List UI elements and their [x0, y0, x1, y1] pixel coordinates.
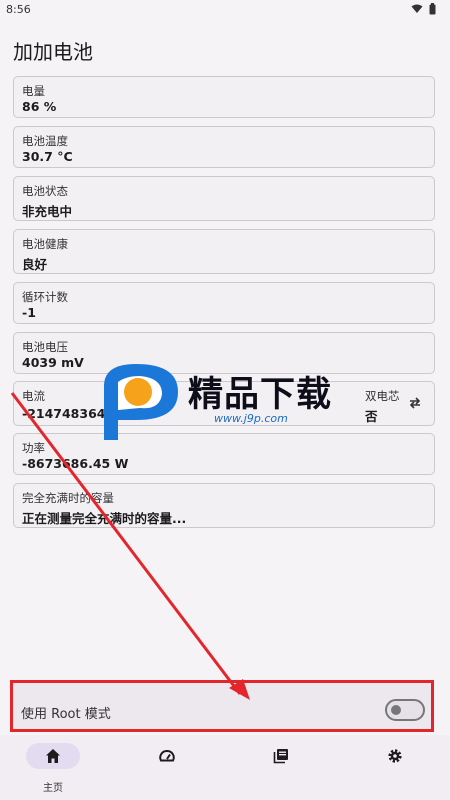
watermark-url: www.j9p.com: [214, 412, 288, 425]
card-label: 循环计数: [22, 290, 68, 304]
battery-icon: [429, 3, 436, 15]
card-label: 电流: [22, 389, 45, 403]
bottom-navigation: 主页: [0, 735, 450, 800]
cycle-count-card: 循环计数 -1: [13, 282, 435, 324]
nav-dashboard[interactable]: [137, 741, 197, 791]
battery-level-card: 电量 86 %: [13, 76, 435, 118]
watermark-logo-icon: [104, 364, 178, 440]
root-mode-row[interactable]: 使用 Root 模式: [10, 680, 434, 732]
status-icons: [411, 3, 436, 15]
nav-home-label: 主页: [43, 783, 63, 794]
dual-cell-label: 双电芯: [365, 389, 400, 403]
swap-icon[interactable]: [408, 396, 422, 410]
status-time: 8:56: [6, 3, 31, 16]
root-mode-label: 使用 Root 模式: [21, 707, 111, 722]
home-icon: [46, 749, 60, 763]
battery-health-card: 电池健康 良好: [13, 229, 435, 274]
page-title: 加加电池: [13, 40, 93, 64]
full-charge-capacity-card: 完全充满时的容量 正在测量完全充满时的容量...: [13, 483, 435, 528]
card-label: 电池健康: [22, 237, 68, 251]
root-mode-toggle[interactable]: [385, 699, 425, 721]
card-value: -8673686.45 W: [22, 456, 129, 471]
nav-settings[interactable]: [365, 741, 425, 791]
card-label: 功率: [22, 441, 45, 455]
card-value: 良好: [22, 257, 48, 272]
watermark: 精品下载 www.j9p.com: [96, 360, 356, 440]
battery-temperature-card: 电池温度 30.7 °C: [13, 126, 435, 168]
library-icon: [273, 749, 288, 764]
card-label: 电池状态: [22, 184, 68, 198]
speedometer-icon: [159, 750, 175, 762]
nav-home[interactable]: 主页: [23, 741, 83, 794]
card-value: 30.7 °C: [22, 149, 73, 164]
toggle-knob: [391, 705, 401, 715]
card-label: 完全充满时的容量: [22, 491, 114, 505]
card-value: -1: [22, 305, 36, 320]
dual-cell-value: 否: [365, 409, 378, 424]
card-label: 电池温度: [22, 134, 68, 148]
gear-icon: [388, 749, 402, 763]
battery-status-card: 电池状态 非充电中: [13, 176, 435, 221]
card-label: 电池电压: [22, 340, 68, 354]
card-value: 非充电中: [22, 204, 73, 219]
status-bar: 8:56: [0, 0, 450, 22]
card-label: 电量: [22, 84, 45, 98]
card-value: 4039 mV: [22, 355, 84, 370]
watermark-text: 精品下载: [188, 375, 333, 415]
dual-cell-info: 双电芯 否: [365, 388, 400, 425]
nav-library[interactable]: [251, 741, 311, 791]
card-value: 正在测量完全充满时的容量...: [22, 511, 187, 526]
wifi-icon: [411, 4, 423, 13]
card-value: 86 %: [22, 99, 57, 114]
